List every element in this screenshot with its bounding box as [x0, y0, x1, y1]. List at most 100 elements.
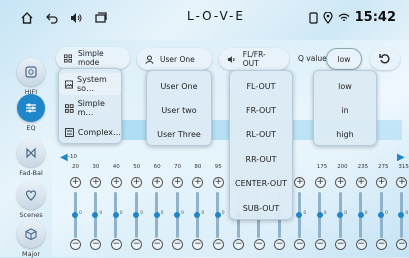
- scroll-right-icon[interactable]: ▶: [397, 152, 405, 163]
- band-slider[interactable]: [214, 192, 221, 238]
- band-decrease-button[interactable]: −: [314, 239, 326, 250]
- volume-icon[interactable]: [68, 10, 84, 26]
- slider-knob[interactable]: [133, 212, 140, 218]
- sidebar-item-major[interactable]: Major: [10, 220, 52, 258]
- mode-option-complex[interactable]: Complex…: [59, 121, 121, 143]
- band-increase-button[interactable]: +: [70, 177, 81, 188]
- band-value: 0: [221, 211, 225, 216]
- user-option[interactable]: User One: [147, 75, 211, 97]
- clock: 15:42: [354, 10, 396, 25]
- output-option[interactable]: FL-OUT: [230, 75, 292, 97]
- band-decrease-button[interactable]: −: [151, 239, 163, 250]
- band-slider[interactable]: [92, 192, 99, 238]
- band-decrease-button[interactable]: −: [376, 239, 387, 250]
- band-slider[interactable]: [194, 192, 201, 238]
- user-selector[interactable]: User One: [137, 48, 212, 70]
- scroll-left-icon[interactable]: ◀: [60, 152, 68, 163]
- slider-knob[interactable]: [194, 212, 201, 218]
- user-icon: [145, 55, 154, 64]
- slider-knob[interactable]: [296, 212, 303, 218]
- band-decrease-button[interactable]: −: [253, 239, 265, 250]
- band-slider[interactable]: [153, 192, 160, 238]
- slider-knob[interactable]: [337, 212, 344, 218]
- band-decrease-button[interactable]: −: [294, 239, 306, 250]
- mode-label: Simple mode: [78, 49, 104, 67]
- band-slider[interactable]: [357, 192, 364, 238]
- menu-item-label: Complex…: [77, 127, 121, 137]
- sidebar-item-scenes[interactable]: Scenes: [10, 181, 52, 219]
- hifi-icon: [17, 58, 45, 86]
- band-slider[interactable]: [174, 192, 180, 238]
- band-decrease-button[interactable]: −: [172, 239, 183, 250]
- band-increase-button[interactable]: +: [335, 177, 347, 188]
- band-increase-button[interactable]: +: [90, 177, 102, 188]
- band-slider[interactable]: [112, 192, 119, 238]
- output-option[interactable]: CENTER-OUT: [230, 172, 292, 194]
- sidebar-item-hifi[interactable]: HIFI: [10, 58, 52, 96]
- band-increase-button[interactable]: +: [376, 177, 387, 188]
- q-option[interactable]: low: [314, 75, 376, 97]
- back-icon[interactable]: [44, 10, 60, 26]
- slider-knob[interactable]: [92, 212, 99, 218]
- q-option[interactable]: high: [314, 123, 376, 145]
- q-value-selector[interactable]: low: [326, 48, 362, 70]
- band-increase-button[interactable]: +: [355, 177, 367, 188]
- band-decrease-button[interactable]: −: [274, 239, 285, 250]
- band-increase-button[interactable]: +: [212, 177, 224, 188]
- user-option[interactable]: User Three: [147, 123, 211, 145]
- band-decrease-button[interactable]: −: [335, 239, 347, 250]
- slider-knob[interactable]: [174, 212, 180, 218]
- band-decrease-button[interactable]: −: [212, 239, 224, 250]
- band-increase-button[interactable]: +: [314, 177, 326, 188]
- band-decrease-button[interactable]: −: [70, 239, 81, 250]
- band-decrease-button[interactable]: −: [192, 239, 204, 250]
- reset-button[interactable]: [370, 48, 400, 70]
- band-decrease-button[interactable]: −: [131, 239, 143, 250]
- band-decrease-button[interactable]: −: [355, 239, 367, 250]
- band-increase-button[interactable]: +: [110, 177, 122, 188]
- user-label: User One: [160, 54, 195, 64]
- slider-knob[interactable]: [72, 212, 78, 218]
- band-slider[interactable]: [133, 192, 140, 238]
- q-value-label: Q value: [298, 54, 327, 63]
- band-increase-button[interactable]: +: [131, 177, 143, 188]
- sidebar-item-fad-bal[interactable]: Fad-Bal: [10, 139, 52, 177]
- slider-knob[interactable]: [398, 212, 405, 218]
- slider-knob[interactable]: [378, 212, 384, 218]
- band-slider[interactable]: [337, 192, 344, 238]
- band-slider[interactable]: [378, 192, 384, 238]
- band-increase-button[interactable]: +: [396, 177, 408, 188]
- band-slider[interactable]: [72, 192, 78, 238]
- band-increase-button[interactable]: +: [172, 177, 183, 188]
- band-increase-button[interactable]: +: [192, 177, 204, 188]
- output-option[interactable]: SUB-OUT: [230, 197, 292, 219]
- band-value: 0: [405, 211, 409, 216]
- band-decrease-button[interactable]: −: [110, 239, 122, 250]
- slider-knob[interactable]: [214, 212, 221, 218]
- user-option[interactable]: User two: [147, 99, 211, 121]
- sidebar-item-eq[interactable]: EQ: [10, 94, 52, 132]
- band-increase-button[interactable]: +: [151, 177, 163, 188]
- band-decrease-button[interactable]: −: [90, 239, 102, 250]
- home-icon[interactable]: [19, 10, 35, 26]
- slider-knob[interactable]: [357, 212, 364, 218]
- slider-knob[interactable]: [112, 212, 119, 218]
- slider-knob[interactable]: [316, 212, 323, 218]
- mode-selector[interactable]: Simple mode: [56, 47, 130, 69]
- q-option[interactable]: in: [314, 99, 376, 121]
- output-selector[interactable]: FL/FR-OUT: [219, 48, 289, 70]
- band-decrease-button[interactable]: −: [396, 239, 408, 250]
- frequency-label: 70: [174, 164, 181, 170]
- mode-option-simple[interactable]: Simple m…: [59, 97, 121, 119]
- band-slider[interactable]: [296, 192, 303, 238]
- output-option[interactable]: FR-OUT: [230, 99, 292, 121]
- mode-option-system[interactable]: System so…: [59, 73, 121, 95]
- band-slider[interactable]: [316, 192, 323, 238]
- output-option[interactable]: RL-OUT: [230, 123, 292, 145]
- windows-icon[interactable]: [93, 10, 109, 26]
- band-slider[interactable]: [398, 192, 405, 238]
- output-option[interactable]: RR-OUT: [230, 148, 292, 170]
- band-increase-button[interactable]: +: [294, 177, 306, 188]
- band-decrease-button[interactable]: −: [233, 239, 245, 250]
- slider-knob[interactable]: [153, 212, 160, 218]
